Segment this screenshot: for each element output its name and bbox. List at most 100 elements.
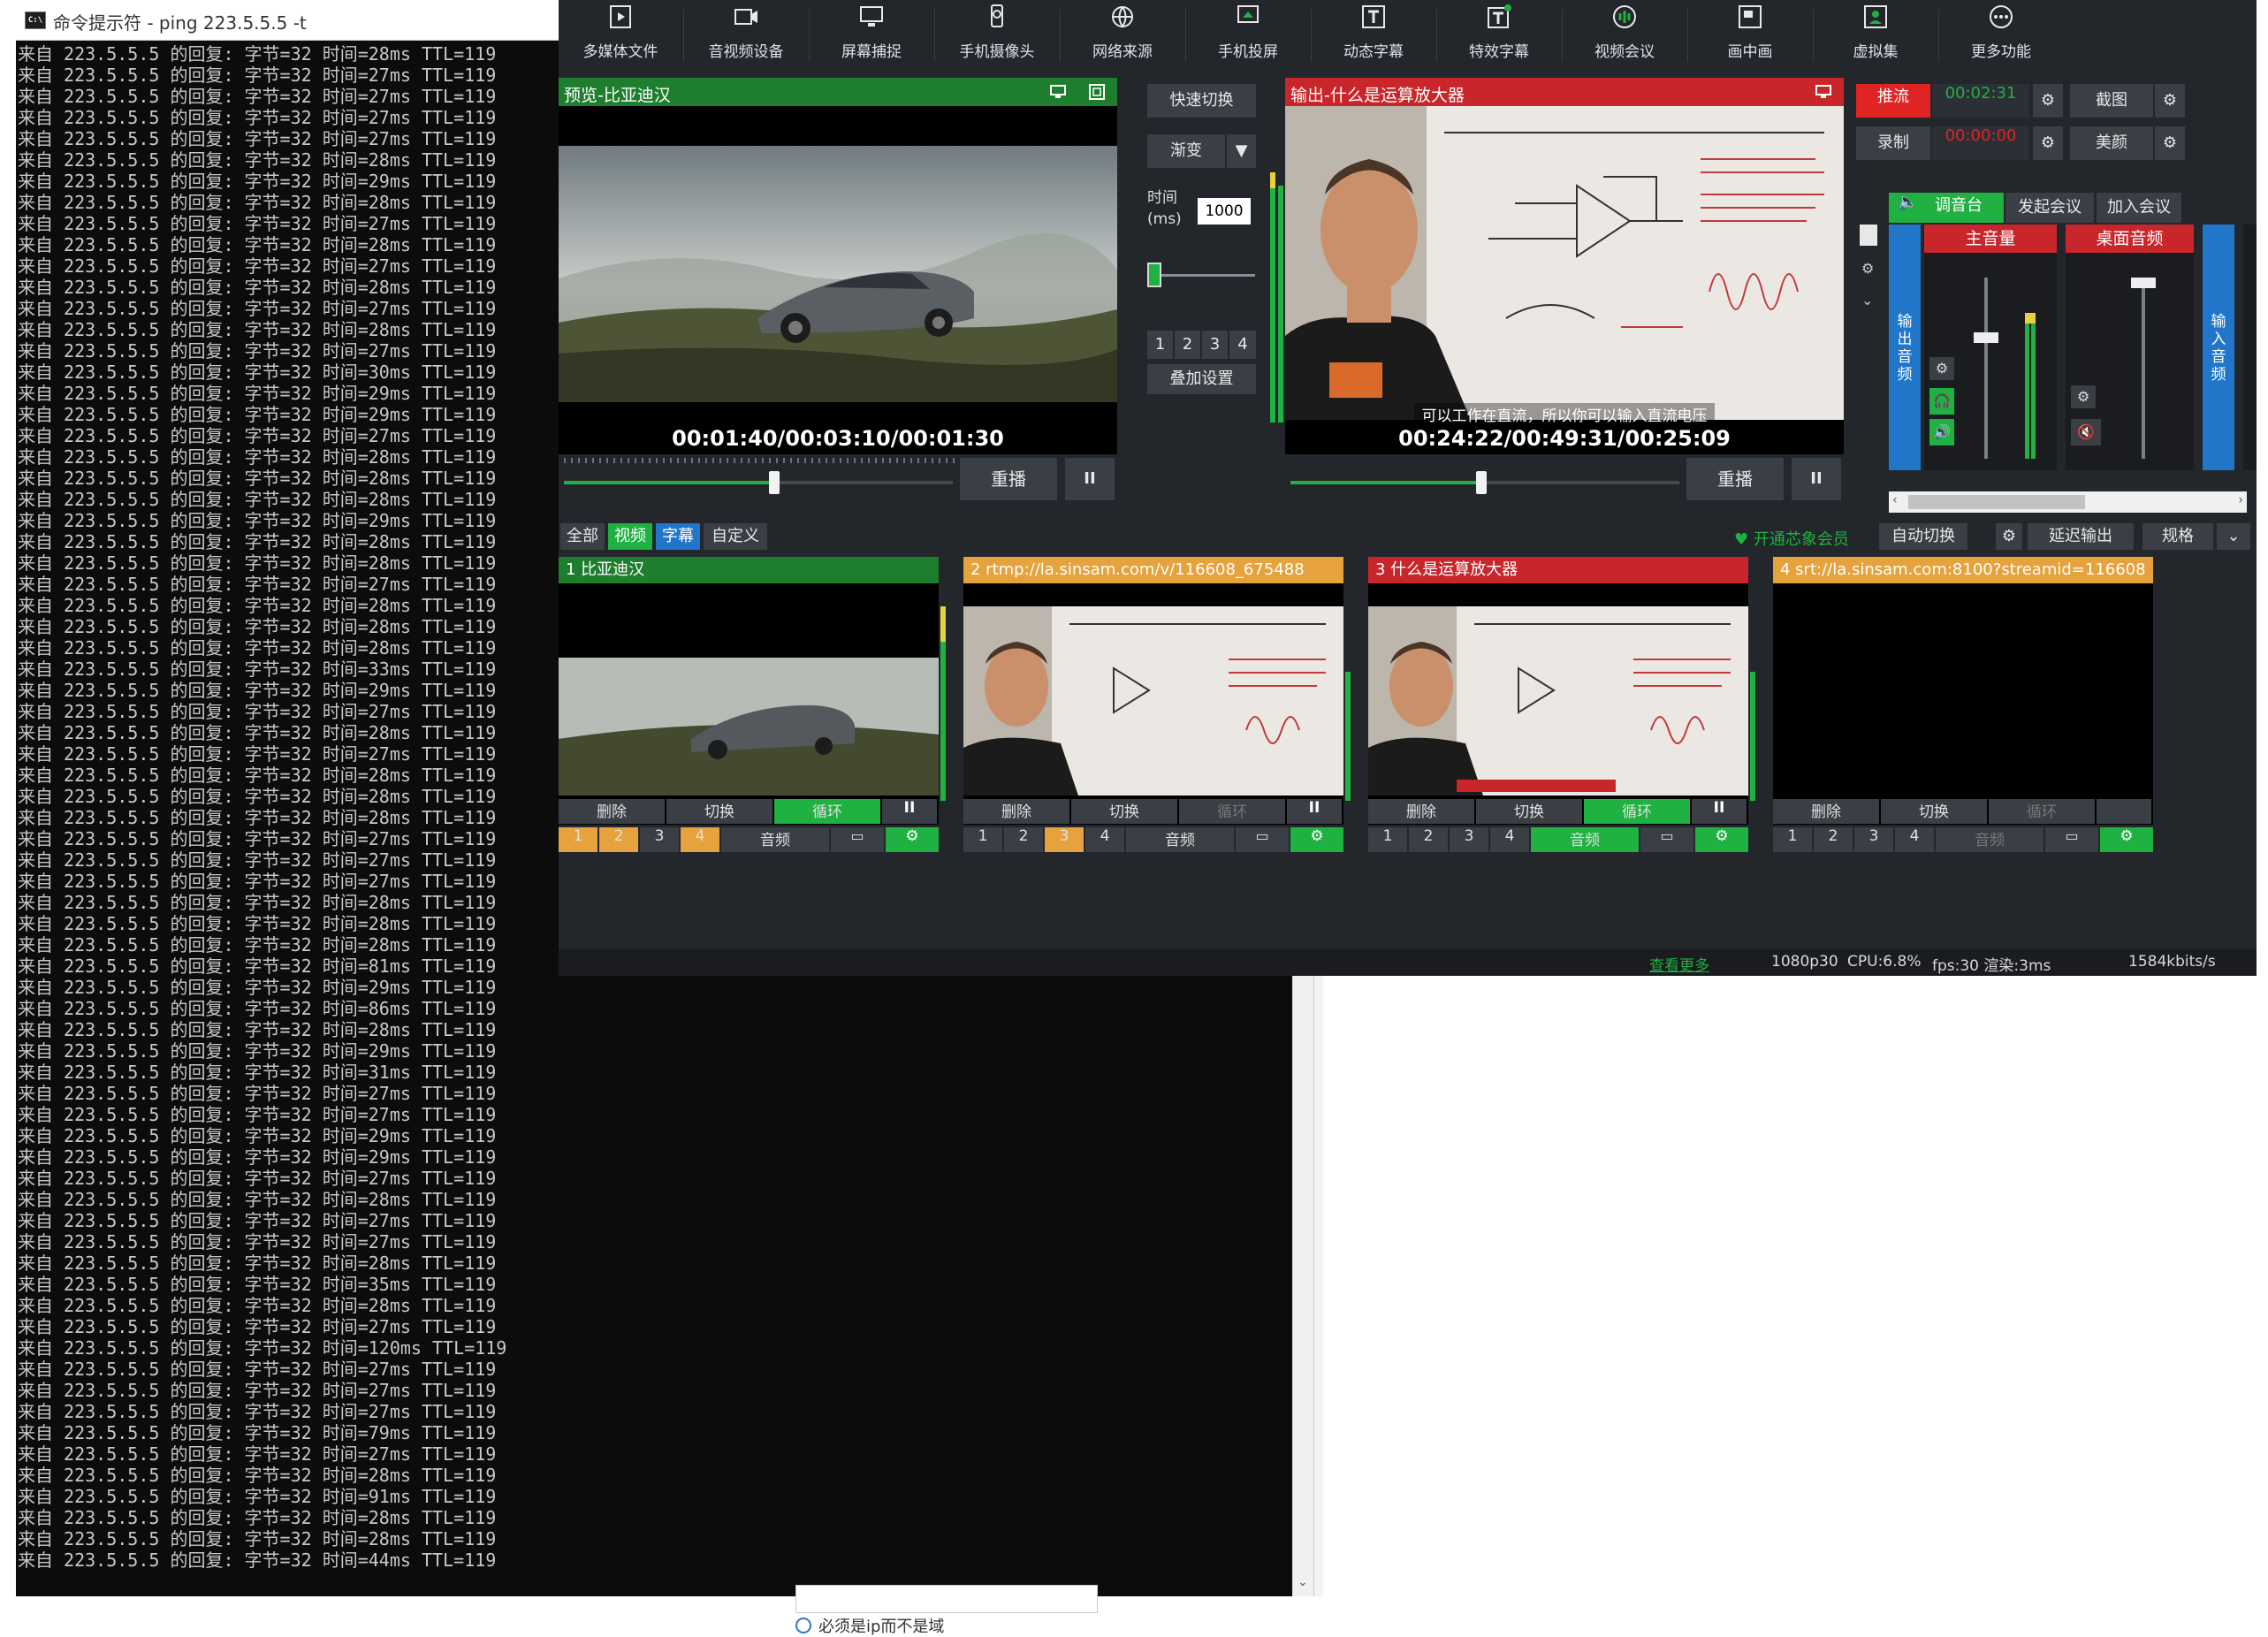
fullscreen-icon[interactable] [1089,84,1105,100]
beauty-settings-button[interactable]: ⚙ [2155,126,2185,160]
chevron-right-icon[interactable]: › [2238,493,2243,507]
source-tile-header[interactable]: 4 srt://la.sinsam.com:8100?streamid=1166… [1773,557,2153,583]
source-monitor-button[interactable]: ▭ [1236,827,1289,852]
source-layer-4-button[interactable]: 4 [1895,827,1934,852]
source-layer-1-button[interactable]: 1 [1368,827,1407,852]
filter-all[interactable]: 全部 [560,523,605,550]
quick-switch-button[interactable]: 快速切换 [1147,84,1256,118]
toolbar-virtual-set-button[interactable]: 虚拟集 [1814,0,1937,72]
filter-custom[interactable]: 自定义 [704,523,767,550]
source-monitor-button[interactable]: ▭ [2045,827,2098,852]
source-monitor-button[interactable]: ▭ [831,827,884,852]
source-layer-4-button[interactable]: 4 [1085,827,1124,852]
source-tile-video[interactable] [1368,583,1748,825]
source-tile-header[interactable]: 2 rtmp://la.sinsam.com/v/116608_675488 [963,557,1343,583]
source-audio-button[interactable]: 音频 [1531,827,1639,852]
source-layer-2-button[interactable]: 2 [1814,827,1853,852]
source-pause-button[interactable]: II [1287,799,1342,824]
chevron-left-icon[interactable]: ‹ [1892,493,1898,507]
start-meeting-button[interactable]: 发起会议 [2005,193,2094,223]
source-pause-button[interactable]: II [882,799,937,824]
gear-icon[interactable]: ⚙ [1861,260,1874,277]
source-audio-button[interactable]: 音频 [1936,827,2043,852]
layer-1-button[interactable]: 1 [1147,331,1173,359]
source-layer-2-button[interactable]: 2 [1409,827,1448,852]
output-progress-handle[interactable] [1475,471,1487,494]
source-layer-2-button[interactable]: 2 [599,827,638,852]
source-tile[interactable]: 4 srt://la.sinsam.com:8100?streamid=1166… [1773,557,2153,857]
layer-2-button[interactable]: 2 [1175,331,1200,359]
push-stream-button[interactable]: 推流 [1856,84,1930,118]
toolbar-phone-cast-button[interactable]: 手机投屏 [1186,0,1310,72]
toolbar-effect-subtitle-button[interactable]: 特效字幕 [1437,0,1561,72]
source-loop-button[interactable]: 循环 [1584,799,1690,824]
spec-button[interactable]: 规格 [2142,523,2213,550]
source-tile[interactable]: 1 比亚迪汉 删除 切换 循环 II 1 2 3 4 音频 ▭ ⚙ [559,557,946,857]
master-speaker-button[interactable]: 🔊 [1929,419,1954,445]
preview-progress-track[interactable] [564,471,953,494]
preview-pause-button[interactable]: II [1065,458,1115,500]
preview-progress-handle[interactable] [768,471,780,494]
headphone-button[interactable]: 🎧 [1929,388,1954,415]
preview-replay-button[interactable]: 重播 [960,458,1057,500]
filter-subtitle[interactable]: 字幕 [656,523,700,550]
source-tile[interactable]: 2 rtmp://la.sinsam.com/v/116608_675488 删除… [963,557,1351,857]
source-layer-4-button[interactable]: 4 [681,827,719,852]
auto-switch-settings[interactable]: ⚙ [1996,523,2022,550]
record-button[interactable]: 录制 [1856,126,1930,160]
master-fader-handle[interactable] [1974,332,1998,343]
pin-icon[interactable] [1860,225,1877,246]
spec-dropdown[interactable]: ⌄ [2217,523,2250,550]
chevron-down-icon[interactable]: ⌄ [1861,292,1873,308]
source-pause-button[interactable]: II [1692,799,1747,824]
toolbar-screen-capture-button[interactable]: 屏幕捕捉 [810,0,933,72]
toolbar-media-file-button[interactable]: 多媒体文件 [559,0,682,72]
source-pause-button[interactable] [2097,799,2151,824]
mixer-scroll-thumb[interactable] [1908,495,2085,509]
source-tile[interactable]: 3 什么是运算放大器 删除 切换 循环 II 1 2 3 4 音频 ▭ ⚙ [1368,557,1755,857]
toolbar-video-conference-button[interactable]: 视频会议 [1563,0,1686,72]
source-audio-button[interactable]: 音频 [1126,827,1234,852]
push-settings-button[interactable]: ⚙ [2033,84,2063,118]
fade-dropdown[interactable]: ▼ [1227,134,1256,168]
desktop-mute-button[interactable]: 🔇 [2071,419,2101,445]
fade-select[interactable]: 渐变 [1147,134,1225,168]
transition-slider-track[interactable] [1151,274,1255,277]
source-layer-3-button[interactable]: 3 [1450,827,1488,852]
filter-video[interactable]: 视频 [608,523,652,550]
transition-slider-handle[interactable] [1147,263,1161,287]
output-video[interactable]: 可以工作在直流，所以你可以输入直流电压 00:24:22/00:49:31/00… [1285,106,1844,454]
source-tile-video[interactable] [1773,583,2153,825]
beauty-button[interactable]: 美颜 [2070,126,2153,160]
source-layer-2-button[interactable]: 2 [1004,827,1043,852]
join-meeting-button[interactable]: 加入会议 [2097,193,2181,223]
layer-3-button[interactable]: 3 [1202,331,1228,359]
source-delete-button[interactable]: 删除 [1773,799,1879,824]
monitor-icon[interactable] [1815,85,1831,99]
source-tile-header[interactable]: 1 比亚迪汉 [559,557,939,583]
delay-output-button[interactable]: 延迟输出 [2028,523,2134,550]
source-layer-1-button[interactable]: 1 [963,827,1002,852]
source-layer-1-button[interactable]: 1 [559,827,597,852]
source-switch-button[interactable]: 切换 [666,799,772,824]
scroll-down-icon[interactable]: ⌄ [1298,1575,1308,1589]
screenshot-button[interactable]: 截图 [2070,84,2153,118]
source-delete-button[interactable]: 删除 [1368,799,1474,824]
source-loop-button[interactable]: 循环 [1179,799,1285,824]
member-link[interactable]: ♥ 开通芯象会员 [1734,527,1849,550]
source-audio-button[interactable]: 音频 [721,827,829,852]
source-loop-button[interactable]: 循环 [774,799,880,824]
source-tile-video[interactable] [559,583,939,825]
record-settings-button[interactable]: ⚙ [2033,126,2063,160]
toolbar-network-source-button[interactable]: 网络来源 [1061,0,1184,72]
source-switch-button[interactable]: 切换 [1881,799,1987,824]
source-settings-button[interactable]: ⚙ [886,827,939,852]
toolbar-picture-in-picture-button[interactable]: 画中画 [1688,0,1812,72]
view-more-link[interactable]: 查看更多 [1649,953,1709,975]
source-layer-3-button[interactable]: 3 [1854,827,1893,852]
output-progress-track[interactable] [1290,471,1679,494]
desktop-fader-track[interactable] [2142,278,2145,459]
time-input[interactable]: 1000 [1198,198,1251,225]
auto-switch-button[interactable]: 自动切换 [1879,523,1967,550]
source-layer-3-button[interactable]: 3 [640,827,679,852]
